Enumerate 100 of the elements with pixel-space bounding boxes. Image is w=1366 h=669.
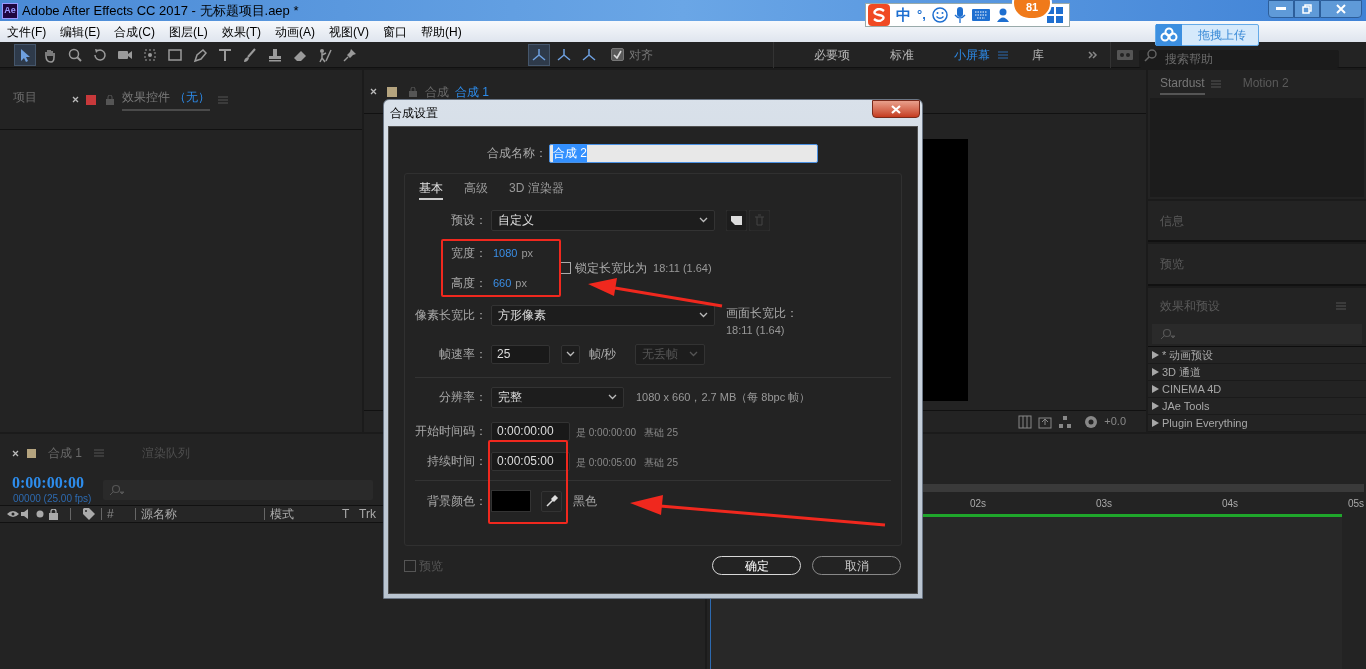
snapshot-icon[interactable] bbox=[1038, 414, 1053, 429]
microphone-icon[interactable] bbox=[953, 7, 966, 23]
dialog-tab[interactable]: 高级 bbox=[464, 179, 488, 200]
height-value[interactable]: 660 bbox=[493, 274, 512, 292]
keyboard-icon[interactable] bbox=[971, 9, 990, 21]
ruler-label: 02s bbox=[968, 496, 987, 511]
expand-arrow-icon bbox=[1152, 351, 1159, 359]
composition-tab[interactable]: 合成 1 bbox=[455, 82, 489, 101]
grid-icon[interactable] bbox=[1047, 7, 1063, 23]
smiley-icon[interactable] bbox=[931, 7, 948, 23]
column-header[interactable]: Trk bbox=[359, 505, 376, 523]
field-label: 高度： bbox=[450, 275, 488, 292]
dialog-button[interactable]: 取消 bbox=[812, 556, 901, 575]
input-mode-toggle[interactable]: 中 bbox=[896, 3, 911, 27]
lock-aspect-label: 锁定长宽比为 bbox=[575, 260, 648, 277]
close-button[interactable] bbox=[1320, 0, 1362, 18]
background-color-name: 黑色 bbox=[573, 493, 597, 510]
more-workspaces-icon[interactable] bbox=[1088, 50, 1098, 59]
close-icon[interactable] bbox=[12, 449, 19, 457]
color-label-icon bbox=[387, 86, 397, 97]
effects-tree-item[interactable]: JAe Tools bbox=[1148, 398, 1366, 415]
eye-icon[interactable] bbox=[7, 510, 19, 518]
ime-logo-icon[interactable] bbox=[868, 4, 890, 26]
background-color-swatch[interactable] bbox=[491, 490, 531, 512]
close-icon bbox=[891, 104, 901, 114]
menu-item[interactable]: 帮助(H) bbox=[415, 22, 468, 41]
chevron-down-icon bbox=[566, 351, 575, 357]
expand-arrow-icon bbox=[1152, 402, 1159, 410]
effects-search-field[interactable] bbox=[1152, 324, 1362, 344]
effects-tree-item[interactable]: Plugin Everything bbox=[1148, 415, 1366, 432]
close-icon[interactable] bbox=[72, 96, 79, 103]
menu-item[interactable]: 图层(L) bbox=[163, 22, 214, 41]
frame-aspect-label: 画面长宽比： bbox=[726, 304, 798, 322]
preview-checkbox[interactable] bbox=[404, 559, 416, 572]
punctuation-toggle[interactable]: °, bbox=[917, 5, 926, 25]
menu-item[interactable]: 动画(A) bbox=[269, 22, 321, 41]
lock-icon[interactable] bbox=[49, 508, 58, 520]
workspace-tab[interactable]: 小屏幕 bbox=[934, 45, 1010, 64]
label-tag-icon[interactable] bbox=[83, 508, 95, 520]
search-icon bbox=[109, 484, 126, 496]
dialog-close-button[interactable] bbox=[872, 100, 920, 118]
dropdown[interactable]: 方形像素 bbox=[491, 304, 715, 326]
dropdown[interactable]: 完整 bbox=[491, 386, 624, 408]
close-icon[interactable] bbox=[370, 88, 377, 95]
search-icon bbox=[1160, 328, 1176, 340]
expand-arrow-icon bbox=[1152, 368, 1159, 376]
workspace-tab[interactable]: 库 bbox=[1012, 45, 1064, 64]
text-field[interactable]: 0:00:05:00 bbox=[491, 451, 570, 471]
maximize-button[interactable] bbox=[1294, 0, 1320, 18]
workspace-tab[interactable]: 标准 bbox=[870, 45, 934, 64]
menu-item[interactable]: 窗口 bbox=[377, 22, 413, 41]
column-header[interactable]: 模式 bbox=[270, 505, 342, 523]
exposure-value[interactable]: +0.0 bbox=[1104, 413, 1126, 430]
select-tool-icon[interactable] bbox=[14, 43, 36, 66]
cloud-icon bbox=[1156, 24, 1182, 46]
user-icon[interactable] bbox=[995, 7, 1012, 23]
search-field[interactable]: 搜索帮助 bbox=[1139, 49, 1339, 68]
unit-label: px bbox=[521, 245, 534, 261]
field-note: 是 0:00:00:00 bbox=[576, 427, 637, 438]
text-field[interactable]: 0:00:00:00 bbox=[491, 421, 570, 441]
dialog-button[interactable]: 确定 bbox=[712, 556, 801, 575]
column-header[interactable]: # bbox=[107, 505, 135, 523]
layer-search-field[interactable] bbox=[103, 480, 374, 500]
aspect-ratio-value: 18:11 (1.64) bbox=[653, 260, 712, 276]
column-header[interactable]: 源名称 bbox=[141, 505, 264, 523]
dialog-tab[interactable]: 3D 渲染器 bbox=[509, 179, 564, 200]
aperture-icon[interactable] bbox=[1084, 414, 1099, 429]
dialog-tab[interactable]: 基本 bbox=[419, 179, 443, 200]
menu-item[interactable]: 编辑(E) bbox=[54, 22, 107, 41]
workspace-tab[interactable]: 必要项 bbox=[794, 45, 870, 64]
flowchart-icon[interactable] bbox=[1058, 414, 1073, 429]
grid-icon[interactable] bbox=[1018, 414, 1033, 429]
panel-tab[interactable]: Stardust bbox=[1160, 73, 1205, 95]
dropdown[interactable]: 自定义 bbox=[491, 209, 715, 231]
snap-checkbox[interactable] bbox=[611, 48, 624, 61]
menu-item[interactable]: 文件(F) bbox=[1, 22, 53, 41]
save-preset-icon[interactable] bbox=[726, 209, 747, 231]
ruler-label: 03s bbox=[1094, 496, 1113, 511]
lock-aspect-checkbox[interactable] bbox=[559, 262, 572, 274]
color-label-icon bbox=[86, 94, 96, 105]
eyedropper-button[interactable] bbox=[541, 490, 562, 512]
column-header[interactable]: T bbox=[342, 505, 357, 523]
fps-dropdown[interactable] bbox=[561, 344, 580, 364]
text-field[interactable]: 25 bbox=[491, 344, 550, 364]
effects-tree-item[interactable]: CINEMA 4D bbox=[1148, 381, 1366, 398]
speaker-icon[interactable] bbox=[21, 509, 31, 519]
expand-arrow-icon bbox=[1152, 419, 1159, 427]
panel-tab[interactable]: 效果控件 （无） bbox=[122, 88, 210, 111]
menu-item[interactable]: 视图(V) bbox=[323, 22, 375, 41]
close-icon bbox=[1336, 4, 1346, 14]
effects-tree-item[interactable]: * 动画预设 bbox=[1148, 347, 1366, 364]
field-label: 背景颜色： bbox=[426, 493, 488, 510]
solo-icon[interactable] bbox=[36, 510, 44, 518]
effects-tree-item[interactable]: 3D 通道 bbox=[1148, 364, 1366, 381]
menu-item[interactable]: 合成(C) bbox=[108, 22, 161, 41]
menu-item[interactable]: 效果(T) bbox=[215, 22, 267, 41]
current-timecode[interactable]: 0:00:00:00 bbox=[12, 475, 92, 491]
width-value[interactable]: 1080 bbox=[493, 244, 518, 262]
axis-tool-icon[interactable] bbox=[528, 43, 550, 66]
minimize-button[interactable] bbox=[1268, 0, 1294, 18]
